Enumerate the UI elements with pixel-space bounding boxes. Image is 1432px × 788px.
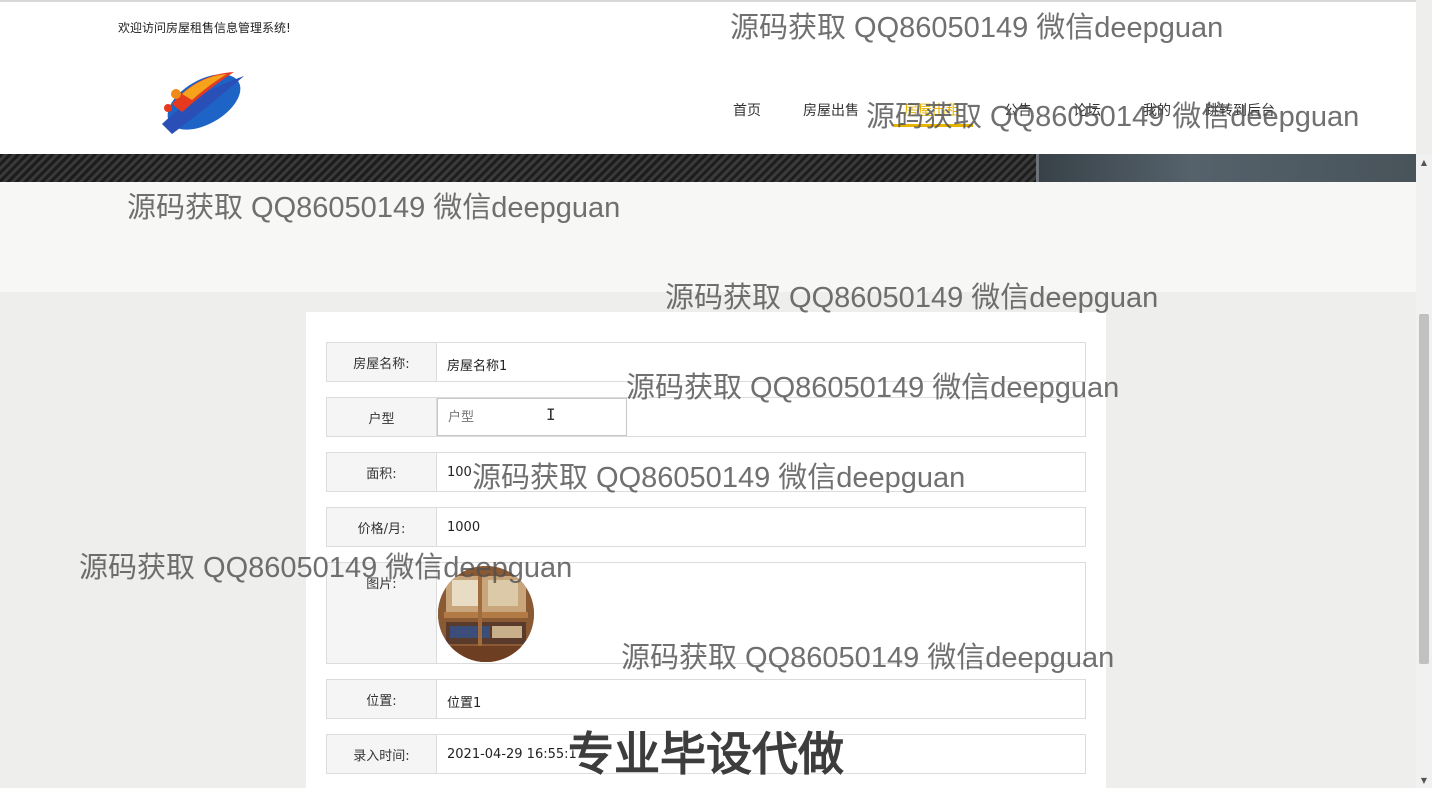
nav-active-indicator <box>893 124 973 127</box>
nav-mine[interactable]: 我的 <box>1143 100 1171 120</box>
row-price: 价格/月: 1000 <box>326 507 1086 547</box>
entry-time-label: 录入时间: <box>327 735 437 773</box>
nav-house-sale[interactable]: 房屋出售 <box>803 100 859 120</box>
location-label: 位置: <box>327 680 437 718</box>
scroll-down-arrow-icon[interactable]: ▼ <box>1419 776 1429 786</box>
nav-home[interactable]: 首页 <box>733 100 761 120</box>
top-bar: 欢迎访问房屋租售信息管理系统! <box>0 0 1416 51</box>
content-header-band <box>0 182 1416 292</box>
nav-forum[interactable]: 论坛 <box>1073 100 1101 120</box>
image-label: 图片: <box>327 563 437 663</box>
banner-image <box>1036 154 1416 182</box>
row-layout: 户型 <box>326 397 1086 437</box>
area-label: 面积: <box>327 453 437 491</box>
price-label: 价格/月: <box>327 508 437 546</box>
row-area: 面积: 100 <box>326 452 1086 492</box>
nav-bar: 首页 房屋出售 房屋出租 公告 论坛 我的 跳转到后台 <box>0 50 1416 154</box>
nav-house-rent[interactable]: 房屋出租 <box>904 100 960 120</box>
house-photo[interactable] <box>438 566 534 662</box>
watermark-banner: 专业毕设代做 <box>568 728 844 780</box>
row-location: 位置: 位置1 <box>326 679 1086 719</box>
price-value: 1000 <box>447 520 481 535</box>
house-name-value: 房屋名称1 <box>447 359 508 374</box>
text-cursor-icon: I <box>546 405 556 424</box>
row-house-name: 房屋名称: 房屋名称1 <box>326 342 1086 382</box>
scroll-up-arrow-icon[interactable]: ▲ <box>1419 158 1429 168</box>
layout-label: 户型 <box>327 398 437 436</box>
logo-icon[interactable] <box>152 64 252 138</box>
nav-admin[interactable]: 跳转到后台 <box>1205 100 1275 120</box>
house-name-label: 房屋名称: <box>327 343 437 381</box>
scrollbar-thumb[interactable] <box>1419 314 1429 664</box>
nav-notice[interactable]: 公告 <box>1004 100 1032 120</box>
welcome-text: 欢迎访问房屋租售信息管理系统! <box>118 21 291 35</box>
area-value: 100 <box>447 465 472 480</box>
location-value: 位置1 <box>447 696 482 711</box>
page: 欢迎访问房屋租售信息管理系统! 首页 房屋出售 房屋出租 公告 论坛 我的 跳转… <box>0 0 1432 788</box>
layout-input[interactable] <box>437 398 627 436</box>
